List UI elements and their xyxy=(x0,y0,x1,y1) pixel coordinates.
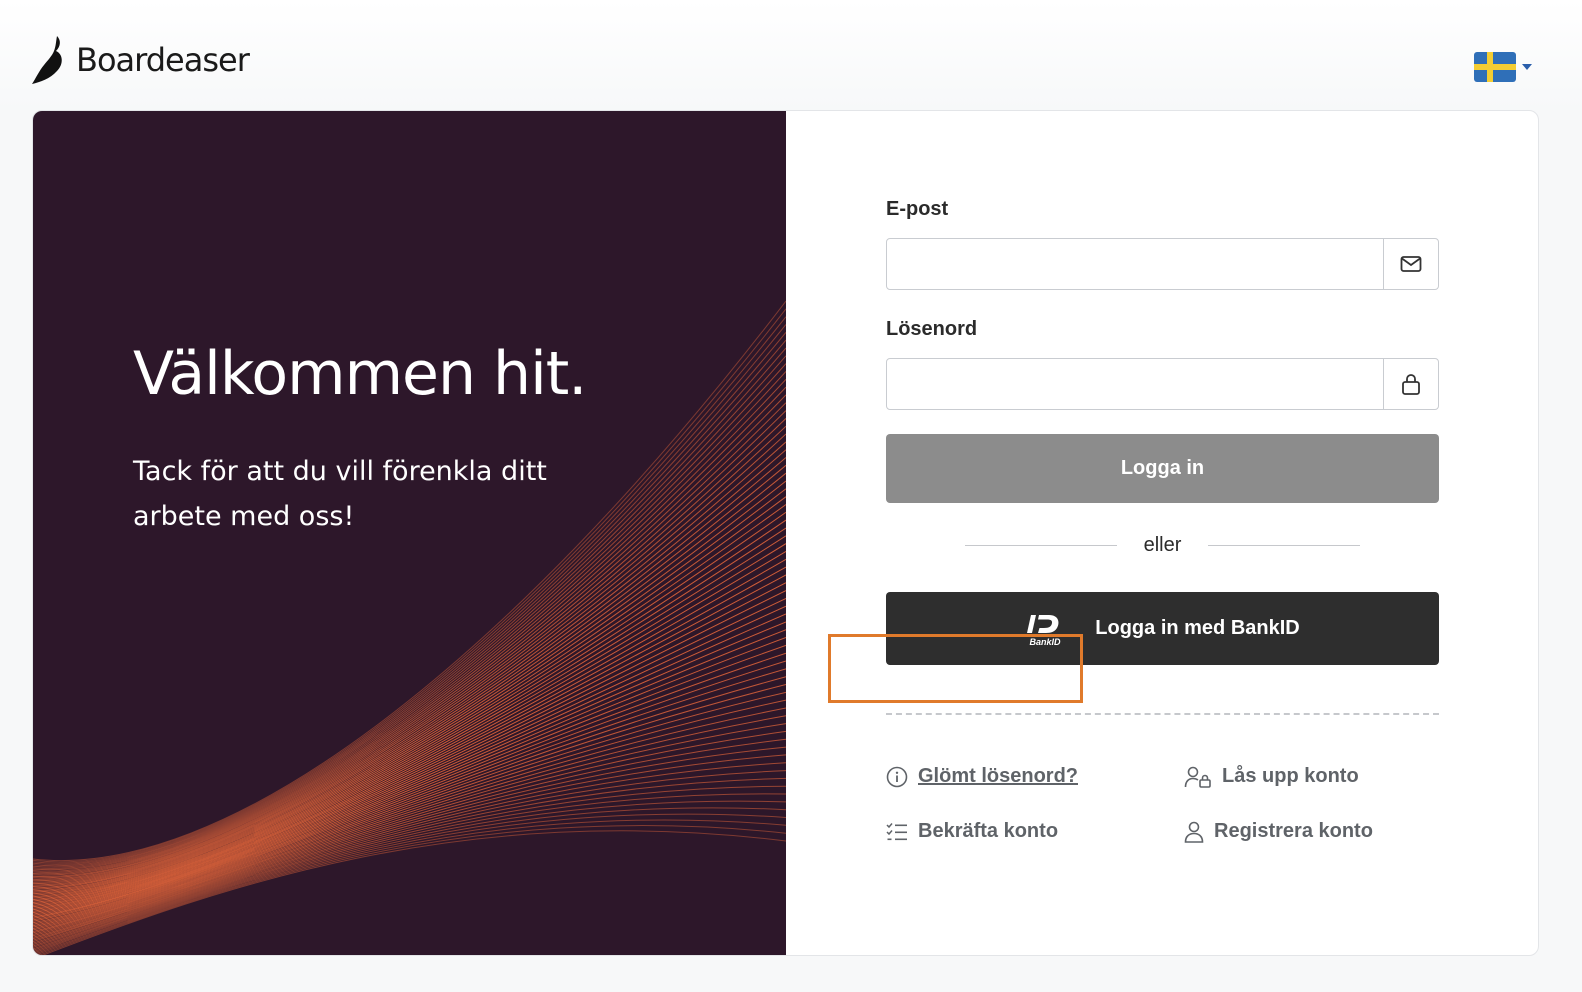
hero-panel: Välkommen hit. Tack för att du vill före… xyxy=(33,111,786,955)
hero-subtitle: Tack för att du vill förenkla ditt arbet… xyxy=(133,456,547,532)
password-field[interactable] xyxy=(887,359,1383,409)
hero-title: Välkommen hit. xyxy=(133,339,587,409)
login-form: E-post Lösenord Logga in eller BankID Lo… xyxy=(886,111,1439,955)
email-label: E-post xyxy=(886,198,949,220)
chevron-down-icon xyxy=(1522,64,1532,70)
login-button[interactable]: Logga in xyxy=(886,434,1439,503)
register-account-label: Registrera konto xyxy=(1214,820,1373,842)
email-field-wrapper xyxy=(886,238,1439,290)
brand-name: Boardeaser xyxy=(76,41,250,79)
wave-line xyxy=(33,488,786,895)
checklist-icon xyxy=(886,822,907,840)
forgot-password-link[interactable]: Glömt lösenord? xyxy=(886,765,1078,788)
email-field[interactable] xyxy=(887,239,1383,289)
unlock-account-label: Lås upp konto xyxy=(1222,765,1359,787)
user-lock-icon xyxy=(1184,766,1211,788)
login-card: Välkommen hit. Tack för att du vill före… xyxy=(32,110,1539,956)
confirm-account-label: Bekräfta konto xyxy=(918,820,1059,842)
info-icon xyxy=(886,766,908,787)
confirm-account-link[interactable]: Bekräfta konto xyxy=(886,820,1058,843)
user-icon xyxy=(1184,821,1204,843)
lock-icon xyxy=(1383,359,1438,409)
password-label: Lösenord xyxy=(886,318,978,340)
bankid-button-label: Logga in med BankID xyxy=(1095,617,1300,639)
top-bar: Boardeaser xyxy=(0,0,1582,110)
dashed-divider xyxy=(886,713,1439,715)
bankid-login-button[interactable]: BankID Logga in med BankID xyxy=(886,592,1439,665)
bankid-logo-icon: BankID xyxy=(1027,614,1062,647)
boardeaser-logo-icon xyxy=(32,36,62,84)
or-divider: eller xyxy=(886,531,1439,561)
brand-logo[interactable]: Boardeaser xyxy=(30,34,250,86)
password-field-wrapper xyxy=(886,358,1439,410)
forgot-password-label: Glömt lösenord? xyxy=(918,765,1078,787)
wave-line xyxy=(33,535,786,903)
envelope-icon xyxy=(1383,239,1438,289)
bankid-logo-caption: BankID xyxy=(1030,637,1062,647)
language-selector[interactable] xyxy=(1474,52,1532,82)
sweden-flag-icon xyxy=(1474,52,1516,82)
unlock-account-link[interactable]: Lås upp konto xyxy=(1184,765,1359,788)
register-account-link[interactable]: Registrera konto xyxy=(1184,820,1373,843)
wave-line xyxy=(33,511,786,899)
